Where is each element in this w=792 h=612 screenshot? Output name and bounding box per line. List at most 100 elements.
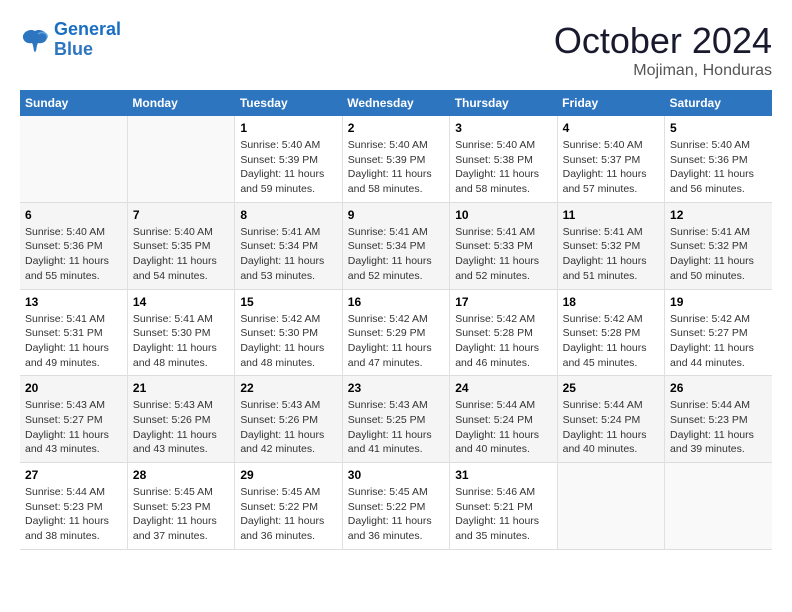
header-row: SundayMondayTuesdayWednesdayThursdayFrid… (20, 90, 772, 116)
day-info: Sunrise: 5:40 AM Sunset: 5:39 PM Dayligh… (348, 138, 444, 197)
day-number: 22 (240, 381, 336, 395)
calendar-cell: 9 Sunrise: 5:41 AM Sunset: 5:34 PM Dayli… (342, 202, 449, 289)
calendar-cell: 26 Sunrise: 5:44 AM Sunset: 5:23 PM Dayl… (665, 376, 772, 463)
calendar-cell (557, 463, 664, 550)
location-title: Mojiman, Honduras (554, 62, 772, 80)
day-info: Sunrise: 5:44 AM Sunset: 5:23 PM Dayligh… (670, 398, 767, 457)
day-number: 18 (563, 295, 659, 309)
day-number: 24 (455, 381, 551, 395)
weekday-header-sunday: Sunday (20, 90, 127, 116)
calendar-cell: 8 Sunrise: 5:41 AM Sunset: 5:34 PM Dayli… (235, 202, 342, 289)
day-number: 25 (563, 381, 659, 395)
day-number: 19 (670, 295, 767, 309)
day-info: Sunrise: 5:44 AM Sunset: 5:24 PM Dayligh… (563, 398, 659, 457)
calendar-cell: 2 Sunrise: 5:40 AM Sunset: 5:39 PM Dayli… (342, 116, 449, 202)
day-number: 6 (25, 208, 122, 222)
calendar-week-5: 27 Sunrise: 5:44 AM Sunset: 5:23 PM Dayl… (20, 463, 772, 550)
calendar-cell: 4 Sunrise: 5:40 AM Sunset: 5:37 PM Dayli… (557, 116, 664, 202)
calendar-cell: 18 Sunrise: 5:42 AM Sunset: 5:28 PM Dayl… (557, 289, 664, 376)
calendar-cell: 13 Sunrise: 5:41 AM Sunset: 5:31 PM Dayl… (20, 289, 127, 376)
logo: GeneralBlue (20, 20, 121, 60)
calendar-cell: 17 Sunrise: 5:42 AM Sunset: 5:28 PM Dayl… (450, 289, 557, 376)
day-info: Sunrise: 5:40 AM Sunset: 5:38 PM Dayligh… (455, 138, 551, 197)
calendar-cell: 12 Sunrise: 5:41 AM Sunset: 5:32 PM Dayl… (665, 202, 772, 289)
day-number: 14 (133, 295, 229, 309)
day-info: Sunrise: 5:43 AM Sunset: 5:26 PM Dayligh… (133, 398, 229, 457)
day-number: 17 (455, 295, 551, 309)
day-info: Sunrise: 5:44 AM Sunset: 5:24 PM Dayligh… (455, 398, 551, 457)
day-number: 15 (240, 295, 336, 309)
day-info: Sunrise: 5:45 AM Sunset: 5:23 PM Dayligh… (133, 485, 229, 544)
day-number: 26 (670, 381, 767, 395)
day-info: Sunrise: 5:45 AM Sunset: 5:22 PM Dayligh… (348, 485, 444, 544)
calendar-cell: 30 Sunrise: 5:45 AM Sunset: 5:22 PM Dayl… (342, 463, 449, 550)
calendar-cell: 16 Sunrise: 5:42 AM Sunset: 5:29 PM Dayl… (342, 289, 449, 376)
day-info: Sunrise: 5:41 AM Sunset: 5:31 PM Dayligh… (25, 312, 122, 371)
calendar-cell: 21 Sunrise: 5:43 AM Sunset: 5:26 PM Dayl… (127, 376, 234, 463)
calendar-week-2: 6 Sunrise: 5:40 AM Sunset: 5:36 PM Dayli… (20, 202, 772, 289)
day-info: Sunrise: 5:40 AM Sunset: 5:36 PM Dayligh… (670, 138, 767, 197)
calendar-cell: 19 Sunrise: 5:42 AM Sunset: 5:27 PM Dayl… (665, 289, 772, 376)
day-info: Sunrise: 5:42 AM Sunset: 5:28 PM Dayligh… (563, 312, 659, 371)
day-info: Sunrise: 5:41 AM Sunset: 5:32 PM Dayligh… (563, 225, 659, 284)
logo-text: GeneralBlue (54, 20, 121, 60)
calendar-cell: 20 Sunrise: 5:43 AM Sunset: 5:27 PM Dayl… (20, 376, 127, 463)
day-number: 2 (348, 121, 444, 135)
day-info: Sunrise: 5:41 AM Sunset: 5:33 PM Dayligh… (455, 225, 551, 284)
day-number: 16 (348, 295, 444, 309)
day-info: Sunrise: 5:40 AM Sunset: 5:36 PM Dayligh… (25, 225, 122, 284)
day-number: 23 (348, 381, 444, 395)
day-info: Sunrise: 5:42 AM Sunset: 5:30 PM Dayligh… (240, 312, 336, 371)
calendar-cell: 14 Sunrise: 5:41 AM Sunset: 5:30 PM Dayl… (127, 289, 234, 376)
calendar-table: SundayMondayTuesdayWednesdayThursdayFrid… (20, 90, 772, 550)
day-info: Sunrise: 5:40 AM Sunset: 5:39 PM Dayligh… (240, 138, 336, 197)
day-number: 20 (25, 381, 122, 395)
calendar-cell: 29 Sunrise: 5:45 AM Sunset: 5:22 PM Dayl… (235, 463, 342, 550)
day-number: 30 (348, 468, 444, 482)
day-number: 21 (133, 381, 229, 395)
calendar-cell (127, 116, 234, 202)
calendar-cell: 31 Sunrise: 5:46 AM Sunset: 5:21 PM Dayl… (450, 463, 557, 550)
day-number: 10 (455, 208, 551, 222)
calendar-cell: 25 Sunrise: 5:44 AM Sunset: 5:24 PM Dayl… (557, 376, 664, 463)
calendar-cell: 24 Sunrise: 5:44 AM Sunset: 5:24 PM Dayl… (450, 376, 557, 463)
calendar-week-4: 20 Sunrise: 5:43 AM Sunset: 5:27 PM Dayl… (20, 376, 772, 463)
day-info: Sunrise: 5:41 AM Sunset: 5:34 PM Dayligh… (240, 225, 336, 284)
calendar-week-1: 1 Sunrise: 5:40 AM Sunset: 5:39 PM Dayli… (20, 116, 772, 202)
calendar-cell: 5 Sunrise: 5:40 AM Sunset: 5:36 PM Dayli… (665, 116, 772, 202)
day-number: 3 (455, 121, 551, 135)
calendar-cell: 10 Sunrise: 5:41 AM Sunset: 5:33 PM Dayl… (450, 202, 557, 289)
calendar-cell (665, 463, 772, 550)
calendar-cell: 3 Sunrise: 5:40 AM Sunset: 5:38 PM Dayli… (450, 116, 557, 202)
month-title: October 2024 (554, 20, 772, 62)
day-number: 8 (240, 208, 336, 222)
day-number: 5 (670, 121, 767, 135)
day-info: Sunrise: 5:41 AM Sunset: 5:30 PM Dayligh… (133, 312, 229, 371)
day-number: 28 (133, 468, 229, 482)
calendar-cell: 15 Sunrise: 5:42 AM Sunset: 5:30 PM Dayl… (235, 289, 342, 376)
day-info: Sunrise: 5:41 AM Sunset: 5:32 PM Dayligh… (670, 225, 767, 284)
day-number: 29 (240, 468, 336, 482)
day-info: Sunrise: 5:42 AM Sunset: 5:27 PM Dayligh… (670, 312, 767, 371)
day-info: Sunrise: 5:40 AM Sunset: 5:35 PM Dayligh… (133, 225, 229, 284)
calendar-cell: 22 Sunrise: 5:43 AM Sunset: 5:26 PM Dayl… (235, 376, 342, 463)
day-info: Sunrise: 5:43 AM Sunset: 5:27 PM Dayligh… (25, 398, 122, 457)
calendar-cell: 7 Sunrise: 5:40 AM Sunset: 5:35 PM Dayli… (127, 202, 234, 289)
day-info: Sunrise: 5:44 AM Sunset: 5:23 PM Dayligh… (25, 485, 122, 544)
day-number: 11 (563, 208, 659, 222)
weekday-header-friday: Friday (557, 90, 664, 116)
weekday-header-saturday: Saturday (665, 90, 772, 116)
calendar-cell: 11 Sunrise: 5:41 AM Sunset: 5:32 PM Dayl… (557, 202, 664, 289)
day-info: Sunrise: 5:41 AM Sunset: 5:34 PM Dayligh… (348, 225, 444, 284)
day-info: Sunrise: 5:42 AM Sunset: 5:29 PM Dayligh… (348, 312, 444, 371)
calendar-cell: 6 Sunrise: 5:40 AM Sunset: 5:36 PM Dayli… (20, 202, 127, 289)
day-info: Sunrise: 5:45 AM Sunset: 5:22 PM Dayligh… (240, 485, 336, 544)
day-number: 27 (25, 468, 122, 482)
title-area: October 2024 Mojiman, Honduras (554, 20, 772, 80)
day-info: Sunrise: 5:46 AM Sunset: 5:21 PM Dayligh… (455, 485, 551, 544)
day-info: Sunrise: 5:40 AM Sunset: 5:37 PM Dayligh… (563, 138, 659, 197)
day-number: 4 (563, 121, 659, 135)
weekday-header-tuesday: Tuesday (235, 90, 342, 116)
calendar-cell: 27 Sunrise: 5:44 AM Sunset: 5:23 PM Dayl… (20, 463, 127, 550)
calendar-week-3: 13 Sunrise: 5:41 AM Sunset: 5:31 PM Dayl… (20, 289, 772, 376)
